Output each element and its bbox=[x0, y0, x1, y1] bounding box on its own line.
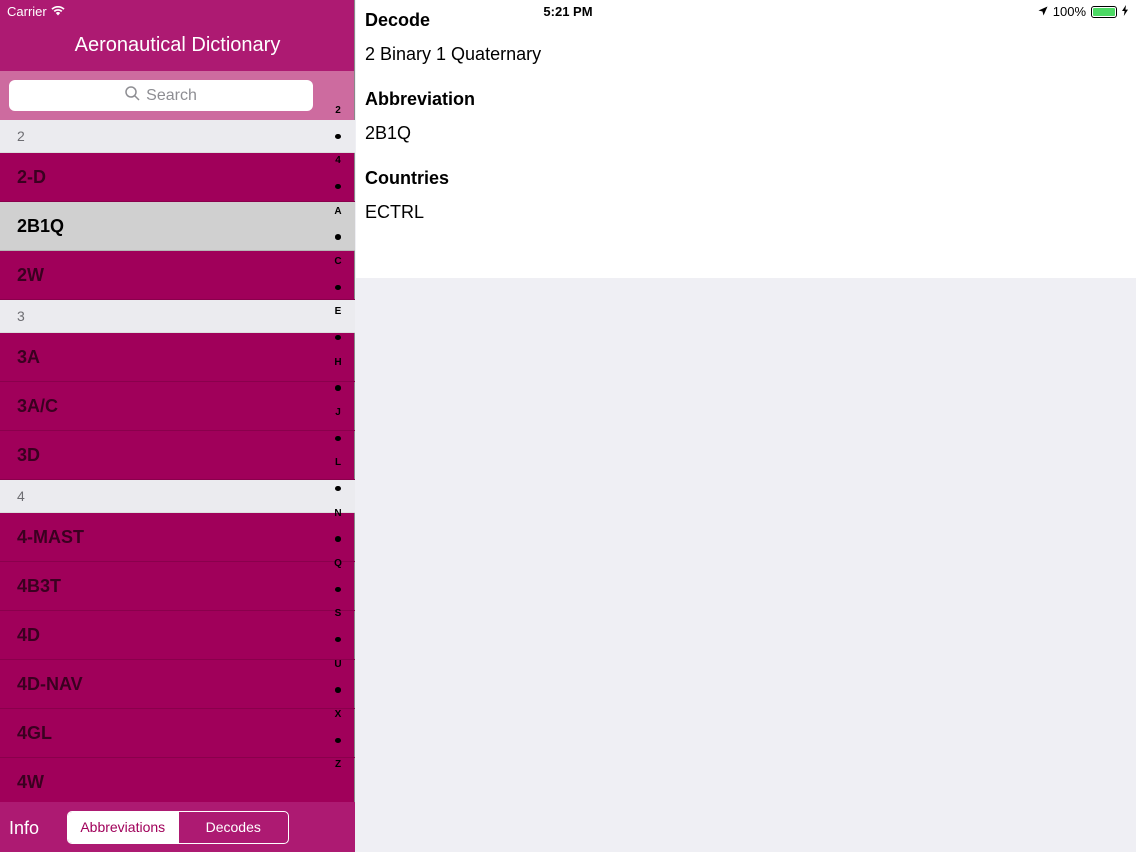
list-item[interactable]: 4B3T bbox=[0, 562, 355, 611]
list-item[interactable]: 2-D bbox=[0, 153, 355, 202]
search-placeholder: Search bbox=[146, 86, 197, 104]
battery-icon bbox=[1091, 5, 1117, 18]
index-dot bbox=[335, 385, 341, 391]
segmented-control[interactable]: Abbreviations Decodes bbox=[67, 811, 289, 844]
location-arrow-icon bbox=[1038, 4, 1048, 19]
list-item[interactable]: 3A bbox=[0, 333, 355, 382]
status-time: 5:21 PM bbox=[543, 4, 593, 19]
index-letter[interactable]: U bbox=[334, 652, 341, 678]
detail-panel: Decode 2 Binary 1 Quaternary Abbreviatio… bbox=[356, 0, 1136, 278]
index-dot bbox=[335, 586, 341, 592]
section-header-4: 4 bbox=[0, 480, 355, 513]
index-letter[interactable]: L bbox=[335, 450, 341, 476]
index-dot bbox=[335, 183, 341, 190]
index-letter[interactable]: A bbox=[334, 199, 341, 225]
nav-title: Aeronautical Dictionary bbox=[74, 34, 281, 56]
list-item[interactable]: 2W bbox=[0, 251, 355, 300]
segment-abbreviations[interactable]: Abbreviations bbox=[68, 812, 178, 843]
decode-value: 2 Binary 1 Quaternary bbox=[365, 44, 542, 64]
info-button[interactable]: Info bbox=[9, 818, 39, 839]
section-header-3: 3 bbox=[0, 300, 355, 333]
battery-percent: 100% bbox=[1052, 4, 1086, 19]
list-item[interactable]: 4D bbox=[0, 611, 355, 660]
index-letter[interactable]: H bbox=[334, 350, 341, 376]
index-dot bbox=[335, 234, 341, 240]
index-dot bbox=[335, 334, 341, 341]
search-bar: Search bbox=[0, 71, 354, 120]
abbreviation-label: Abbreviation bbox=[365, 89, 476, 109]
list-item[interactable]: 4D-NAV bbox=[0, 660, 355, 709]
index-dot bbox=[335, 636, 341, 643]
index-letter[interactable]: 2 bbox=[335, 98, 341, 124]
abbreviation-value: 2B1Q bbox=[365, 123, 412, 143]
index-letter[interactable]: N bbox=[334, 501, 341, 527]
list-item[interactable]: 4-MAST bbox=[0, 513, 355, 562]
list-item[interactable]: 4W bbox=[0, 758, 355, 802]
index-dot bbox=[335, 485, 341, 492]
countries-value: ECTRL bbox=[365, 202, 425, 222]
index-dot bbox=[335, 284, 341, 290]
status-bar: Carrier 5:21 PM 100% bbox=[0, 0, 1136, 22]
search-icon bbox=[125, 85, 140, 106]
index-letter[interactable]: 4 bbox=[335, 148, 341, 174]
section-header-2: 2 bbox=[0, 120, 355, 153]
index-letter[interactable]: S bbox=[335, 601, 342, 627]
list-item-selected[interactable]: 2B1Q bbox=[0, 202, 355, 251]
segment-decodes[interactable]: Decodes bbox=[177, 812, 289, 843]
index-dot bbox=[335, 687, 341, 693]
bottom-toolbar: Info Abbreviations Decodes bbox=[0, 802, 355, 852]
index-dot bbox=[335, 737, 341, 743]
status-right: 100% bbox=[1038, 4, 1128, 19]
list-item[interactable]: 4GL bbox=[0, 709, 355, 758]
index-letter[interactable]: E bbox=[335, 299, 342, 325]
list-item[interactable]: 3A/C bbox=[0, 382, 355, 431]
charging-bolt-icon bbox=[1122, 4, 1128, 19]
index-dot bbox=[335, 133, 341, 139]
index-letter[interactable]: Q bbox=[334, 551, 342, 577]
section-index[interactable]: 2 4 A C E H J L N Q S U X Z bbox=[328, 98, 348, 778]
index-letter[interactable]: Z bbox=[335, 752, 341, 778]
search-input[interactable]: Search bbox=[9, 80, 313, 111]
index-dot bbox=[335, 536, 341, 542]
abbreviation-list[interactable]: 2 2-D 2B1Q 2W 3 3A 3A/C 3D 4 4-MAST 4B3T… bbox=[0, 120, 355, 802]
index-letter[interactable]: J bbox=[335, 400, 341, 426]
index-letter[interactable]: X bbox=[335, 702, 342, 728]
index-dot bbox=[335, 435, 341, 441]
index-letter[interactable]: C bbox=[334, 249, 341, 275]
sidebar: Aeronautical Dictionary Search 2 2-D 2B1… bbox=[0, 0, 355, 852]
countries-label: Countries bbox=[365, 168, 450, 188]
list-item[interactable]: 3D bbox=[0, 431, 355, 480]
